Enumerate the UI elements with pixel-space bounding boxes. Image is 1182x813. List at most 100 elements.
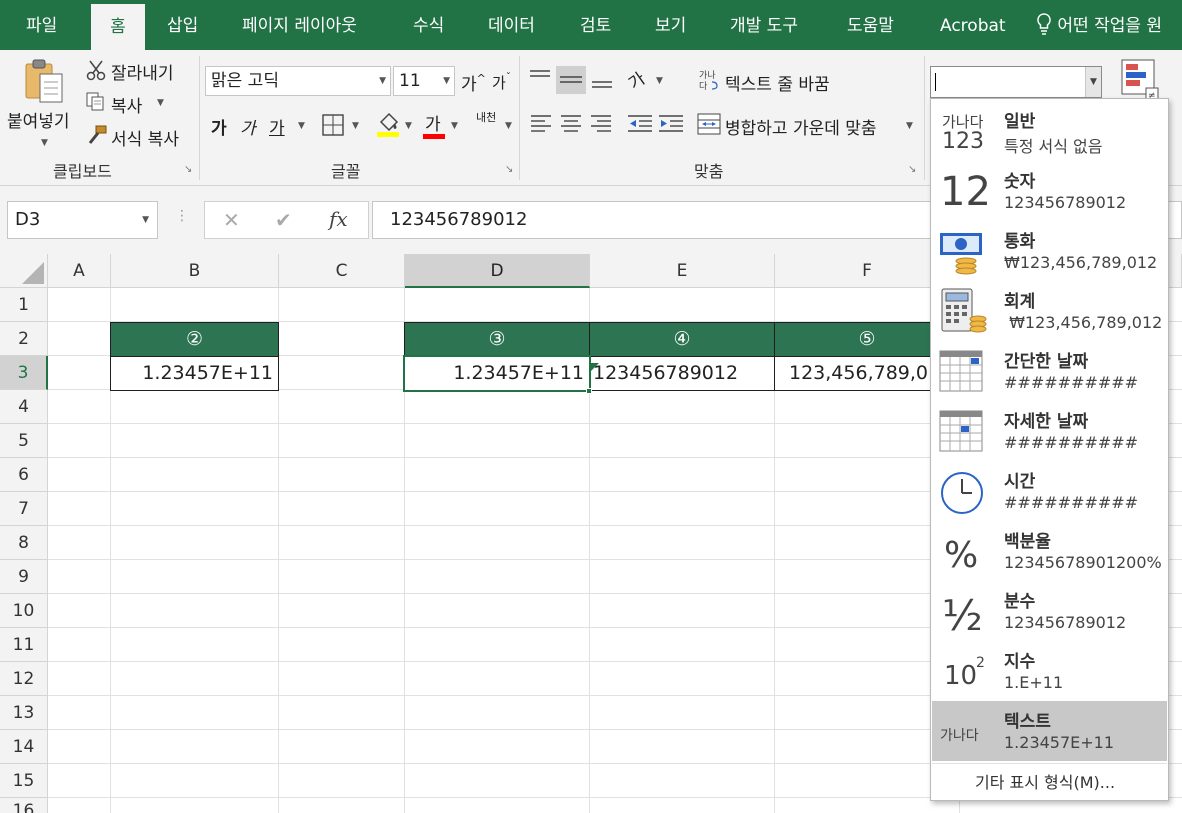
align-right-icon[interactable] xyxy=(590,112,612,140)
cell-e2[interactable]: ④ xyxy=(589,322,775,357)
orientation-button[interactable]: 가 xyxy=(622,65,649,94)
formula-buttons: ✕ ✔ fx xyxy=(204,201,369,239)
row-header-9[interactable]: 9 xyxy=(0,560,48,594)
row-header-14[interactable]: 14 xyxy=(0,730,48,764)
tab-data[interactable]: 데이터 xyxy=(488,0,535,50)
increase-indent-icon[interactable] xyxy=(658,112,684,140)
cell-b3[interactable]: 1.23457E+11 xyxy=(110,356,279,391)
row-header-7[interactable]: 7 xyxy=(0,492,48,526)
align-left-icon[interactable] xyxy=(530,112,552,140)
row-header-11[interactable]: 11 xyxy=(0,628,48,662)
enter-icon[interactable]: ✔ xyxy=(275,208,292,232)
grow-font-button[interactable]: 가^ xyxy=(461,70,486,95)
font-size-combo[interactable]: 11 ▼ xyxy=(393,66,455,96)
format-option-time[interactable]: 시간 ########## xyxy=(932,461,1167,521)
column-header-a[interactable]: A xyxy=(48,254,111,288)
column-header-e[interactable]: E xyxy=(590,254,775,288)
insert-function-icon[interactable]: fx xyxy=(329,207,348,231)
chevron-down-icon[interactable]: ▼ xyxy=(1085,67,1101,97)
font-color-dropdown-arrow[interactable]: ▼ xyxy=(451,121,458,131)
format-option-text[interactable]: 가나다 텍스트 1.23457E+11 xyxy=(932,701,1167,761)
align-bottom-icon[interactable] xyxy=(590,68,614,94)
format-painter-button[interactable]: 서식 복사 xyxy=(111,125,179,150)
row-header-2[interactable]: 2 xyxy=(0,322,48,356)
row-header-12[interactable]: 12 xyxy=(0,662,48,696)
row-header-3[interactable]: 3 xyxy=(0,356,48,390)
paste-button[interactable]: 붙여넣기 xyxy=(7,107,70,132)
alignment-launcher-icon[interactable]: ↘ xyxy=(908,164,916,175)
format-option-accounting[interactable]: 회계 ₩123,456,789,012 xyxy=(932,281,1167,341)
format-option-number[interactable]: 12 숫자 123456789012 xyxy=(932,161,1167,221)
name-box[interactable]: D3 ▼ xyxy=(7,201,158,239)
column-header-c[interactable]: C xyxy=(279,254,405,288)
tab-insert[interactable]: 삽입 xyxy=(167,0,198,50)
cell-b2[interactable]: ② xyxy=(110,322,279,357)
format-option-fraction[interactable]: ½ 분수 123456789012 xyxy=(932,581,1167,641)
borders-icon[interactable] xyxy=(322,114,344,140)
row-header-16[interactable]: 16 xyxy=(0,798,48,813)
tab-review[interactable]: 검토 xyxy=(580,0,611,50)
align-top-icon[interactable] xyxy=(528,68,552,94)
format-option-percent[interactable]: % 백분율 12345678901200% xyxy=(932,521,1167,581)
more-number-formats-link[interactable]: 기타 표시 형식(M)... xyxy=(975,769,1115,793)
cut-button[interactable]: 잘라내기 xyxy=(111,59,174,84)
tab-formulas[interactable]: 수식 xyxy=(413,0,444,50)
text-number-indicator-icon[interactable] xyxy=(590,357,599,376)
format-option-name: 간단한 날짜 xyxy=(1004,352,1089,372)
wrap-text-button[interactable]: 텍스트 줄 바꿈 xyxy=(725,70,830,95)
row-header-10[interactable]: 10 xyxy=(0,594,48,628)
underline-button[interactable]: 가 xyxy=(269,114,285,139)
paste-dropdown-arrow[interactable]: ▼ xyxy=(41,138,48,148)
cancel-icon[interactable]: ✕ xyxy=(223,208,240,232)
format-option-long-date[interactable]: 자세한 날짜 ########## xyxy=(932,401,1167,461)
select-all-button[interactable] xyxy=(0,254,48,288)
shrink-font-button[interactable]: 가ˇ xyxy=(492,72,511,93)
row-header-6[interactable]: 6 xyxy=(0,458,48,492)
fill-color-dropdown-arrow[interactable]: ▼ xyxy=(405,121,412,131)
tab-view[interactable]: 보기 xyxy=(655,0,686,50)
underline-dropdown-arrow[interactable]: ▼ xyxy=(298,121,305,131)
tab-developer[interactable]: 개발 도구 xyxy=(730,0,798,50)
number-format-combo[interactable]: ▼ xyxy=(930,66,1102,98)
phonetic-button[interactable]: 내천 xyxy=(476,112,498,124)
merge-center-button[interactable]: 병합하고 가운데 맞춤 xyxy=(725,114,877,139)
format-option-short-date[interactable]: 간단한 날짜 ########## xyxy=(932,341,1167,401)
copy-dropdown-arrow[interactable]: ▼ xyxy=(157,98,164,108)
format-option-general[interactable]: 가나다 123 일반 특정 서식 없음 xyxy=(932,101,1167,161)
bold-button[interactable]: 가 xyxy=(211,114,227,139)
tab-page-layout[interactable]: 페이지 레이아웃 xyxy=(242,0,357,50)
tab-home[interactable]: 홈 xyxy=(91,4,145,50)
merge-dropdown-arrow[interactable]: ▼ xyxy=(906,121,913,131)
borders-dropdown-arrow[interactable]: ▼ xyxy=(352,121,359,131)
row-header-4[interactable]: 4 xyxy=(0,390,48,424)
format-option-currency[interactable]: 통화 ₩123,456,789,012 xyxy=(932,221,1167,281)
font-color-button[interactable]: 가 xyxy=(423,110,445,139)
fill-handle[interactable] xyxy=(586,388,592,394)
cell-e3[interactable]: 123456789012 xyxy=(589,356,775,391)
tab-acrobat[interactable]: Acrobat xyxy=(940,0,1006,50)
tab-file[interactable]: 파일 xyxy=(26,0,57,50)
row-header-8[interactable]: 8 xyxy=(0,526,48,560)
fill-color-icon[interactable] xyxy=(375,110,403,142)
tell-me-box[interactable]: 어떤 작업을 원 xyxy=(1036,0,1162,50)
format-option-scientific[interactable]: 10 2 지수 1.E+11 xyxy=(932,641,1167,701)
cell-d2[interactable]: ③ xyxy=(404,322,590,357)
column-header-d[interactable]: D xyxy=(405,254,590,288)
clipboard-launcher-icon[interactable]: ↘ xyxy=(184,164,192,175)
tab-help[interactable]: 도움말 xyxy=(847,0,894,50)
row-header-5[interactable]: 5 xyxy=(0,424,48,458)
phonetic-dropdown-arrow[interactable]: ▼ xyxy=(505,121,512,131)
align-center-icon[interactable] xyxy=(560,112,582,140)
decrease-indent-icon[interactable] xyxy=(627,112,653,140)
copy-button[interactable]: 복사 xyxy=(111,92,142,117)
font-name-combo[interactable]: 맑은 고딕 ▼ xyxy=(205,66,391,96)
orientation-dropdown-arrow[interactable]: ▼ xyxy=(656,76,663,86)
row-header-13[interactable]: 13 xyxy=(0,696,48,730)
row-header-1[interactable]: 1 xyxy=(0,288,48,322)
align-middle-icon[interactable] xyxy=(556,66,586,94)
italic-button[interactable]: 가 xyxy=(240,114,256,139)
paste-icon[interactable] xyxy=(22,58,70,110)
font-launcher-icon[interactable]: ↘ xyxy=(505,164,513,175)
column-header-b[interactable]: B xyxy=(111,254,279,288)
row-header-15[interactable]: 15 xyxy=(0,764,48,798)
